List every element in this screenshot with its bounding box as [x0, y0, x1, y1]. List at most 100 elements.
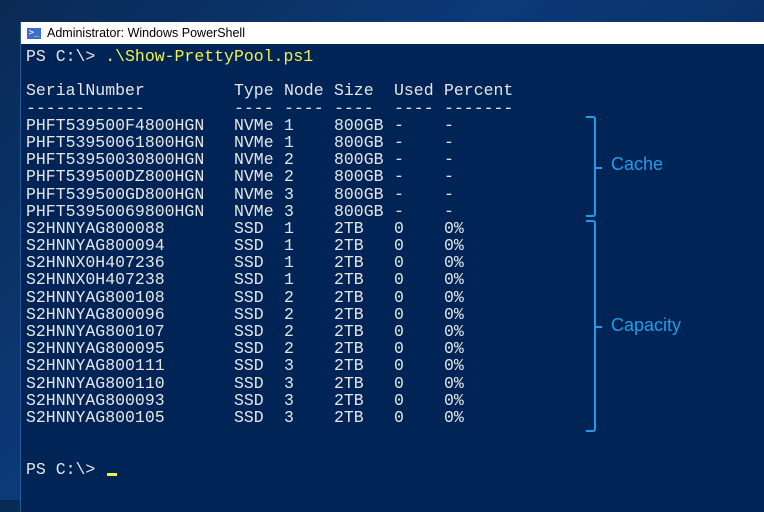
percent-cell: 0% — [444, 218, 464, 238]
size-cell: 2TB — [334, 339, 364, 359]
node-cell: ---- — [284, 98, 324, 118]
used-cell: ---- — [394, 98, 434, 118]
table-row: S2HNNYAG800111 SSD 3 2TB 0 0% — [26, 357, 464, 374]
table-row: PHFT53950061800HGN NVMe 1 800GB - - — [26, 132, 454, 152]
node-cell: 3 — [284, 201, 294, 221]
percent-cell: - — [444, 115, 454, 135]
final-prompt-line[interactable]: PS C:\> — [26, 460, 313, 478]
used-cell: 0 — [394, 390, 404, 410]
node-cell: 1 — [284, 218, 294, 238]
table-header: SerialNumber Type Node Size Used Percent — [26, 81, 513, 101]
node-cell: 3 — [284, 407, 294, 427]
table-row: PHFT539500DZ800HGN NVMe 2 800GB - - — [26, 167, 454, 187]
type-cell: SSD — [234, 373, 264, 393]
size-cell: 2TB — [334, 322, 364, 341]
percent-cell: 0% — [444, 407, 464, 427]
type-cell: NVMe — [234, 184, 274, 204]
node-cell: 3 — [284, 373, 294, 393]
percent-cell: - — [444, 167, 454, 187]
serial-number-cell: S2HNNX0H407238 — [26, 270, 165, 290]
window-title: Administrator: Windows PowerShell — [47, 26, 245, 40]
percent-cell: 0% — [444, 322, 464, 341]
serial-number-cell: ------------ — [26, 98, 145, 118]
used-cell: 0 — [394, 304, 404, 324]
table-row: PHFT53950030800HGN NVMe 2 800GB - - — [26, 150, 454, 170]
size-cell: 800GB — [334, 167, 384, 187]
table-row: S2HNNYAG800110 SSD 3 2TB 0 0% — [26, 373, 464, 393]
serial-number-cell: PHFT539500DZ800HGN — [26, 167, 205, 187]
size-cell: 800GB — [334, 201, 384, 221]
table-row: S2HNNX0H407236 SSD 1 2TB 0 0% — [26, 253, 464, 273]
percent-cell: 0% — [444, 270, 464, 290]
node-cell: 1 — [284, 236, 294, 256]
size-cell: 800GB — [334, 150, 384, 170]
size-cell: 2TB — [334, 253, 364, 273]
cache-label: Cache — [611, 154, 664, 174]
serial-number-cell: PHFT53950069800HGN — [26, 201, 205, 221]
type-cell: SSD — [234, 253, 264, 273]
title-bar[interactable]: >_ Administrator: Windows PowerShell — [21, 22, 764, 44]
percent-cell: 0% — [444, 253, 464, 273]
cache-bracket — [586, 116, 602, 217]
size-cell: 2TB — [334, 287, 364, 307]
serial-number-cell: PHFT53950061800HGN — [26, 132, 205, 152]
percent-cell: 0% — [444, 304, 464, 324]
table-row: S2HNNYAG800108 SSD 2 2TB 0 0% — [26, 287, 464, 307]
capacity-label: Capacity — [611, 315, 682, 335]
serial-number-cell: S2HNNYAG800094 — [26, 236, 165, 256]
size-cell: 2TB — [334, 356, 364, 376]
type-cell: SSD — [234, 390, 264, 410]
serial-number-cell: S2HNNYAG800107 — [26, 322, 165, 341]
used-cell: 0 — [394, 339, 404, 359]
table-row: S2HNNYAG800094 SSD 1 2TB 0 0% — [26, 236, 464, 256]
type-cell: SSD — [234, 339, 264, 359]
node-cell: 1 — [284, 270, 294, 290]
type-cell: SSD — [234, 304, 264, 324]
table-row: S2HNNX0H407238 SSD 1 2TB 0 0% — [26, 270, 464, 290]
used-cell: - — [394, 150, 404, 170]
node-cell: Node — [284, 81, 324, 101]
powershell-window[interactable]: >_ Administrator: Windows PowerShell PS … — [20, 22, 764, 512]
type-cell: SSD — [234, 236, 264, 256]
size-cell: 800GB — [334, 115, 384, 135]
used-cell: 0 — [394, 322, 404, 341]
serial-number-cell: S2HNNYAG800095 — [26, 339, 165, 359]
percent-cell: 0% — [444, 339, 464, 359]
node-cell: 2 — [284, 322, 294, 341]
used-cell: 0 — [394, 373, 404, 393]
node-cell: 2 — [284, 167, 294, 187]
prompt: PS C:\> — [26, 47, 106, 66]
console-output[interactable]: PS C:\> .\Show-PrettyPool.ps1 SerialNumb… — [26, 47, 513, 478]
type-cell: NVMe — [234, 115, 274, 135]
type-cell: ---- — [234, 98, 274, 118]
percent-cell: 0% — [444, 373, 464, 393]
table-row: PHFT539500F4800HGN NVMe 1 800GB - - — [26, 115, 454, 135]
serial-number-cell: S2HNNYAG800105 — [26, 407, 165, 427]
size-cell: 2TB — [334, 304, 364, 324]
type-cell: NVMe — [234, 132, 274, 152]
size-cell: 2TB — [334, 390, 364, 410]
type-cell: Type — [234, 81, 274, 101]
size-cell: 2TB — [334, 218, 364, 238]
used-cell: Used — [394, 81, 434, 101]
used-cell: 0 — [394, 253, 404, 273]
command: .\Show-PrettyPool.ps1 — [105, 47, 314, 66]
node-cell: 3 — [284, 390, 294, 410]
table-row: S2HNNYAG800107 SSD 2 2TB 0 0% — [26, 322, 464, 341]
serial-number-cell: PHFT53950030800HGN — [26, 150, 205, 170]
used-cell: 0 — [394, 287, 404, 307]
table-row: S2HNNYAG800095 SSD 2 2TB 0 0% — [26, 339, 464, 359]
serial-number-cell: S2HNNYAG800096 — [26, 304, 165, 324]
percent-cell: 0% — [444, 236, 464, 256]
used-cell: 0 — [394, 218, 404, 238]
node-cell: 1 — [284, 115, 294, 135]
table-row: PHFT539500GD800HGN NVMe 3 800GB - - — [26, 184, 454, 204]
table-row: S2HNNYAG800093 SSD 3 2TB 0 0% — [26, 390, 464, 410]
node-cell: 2 — [284, 287, 294, 307]
size-cell: 2TB — [334, 407, 364, 427]
size-cell: 2TB — [334, 373, 364, 393]
serial-number-cell: S2HNNYAG800110 — [26, 373, 165, 393]
node-cell: 2 — [284, 304, 294, 324]
percent-cell: - — [444, 201, 454, 221]
table-row: S2HNNYAG800105 SSD 3 2TB 0 0% — [26, 407, 464, 427]
